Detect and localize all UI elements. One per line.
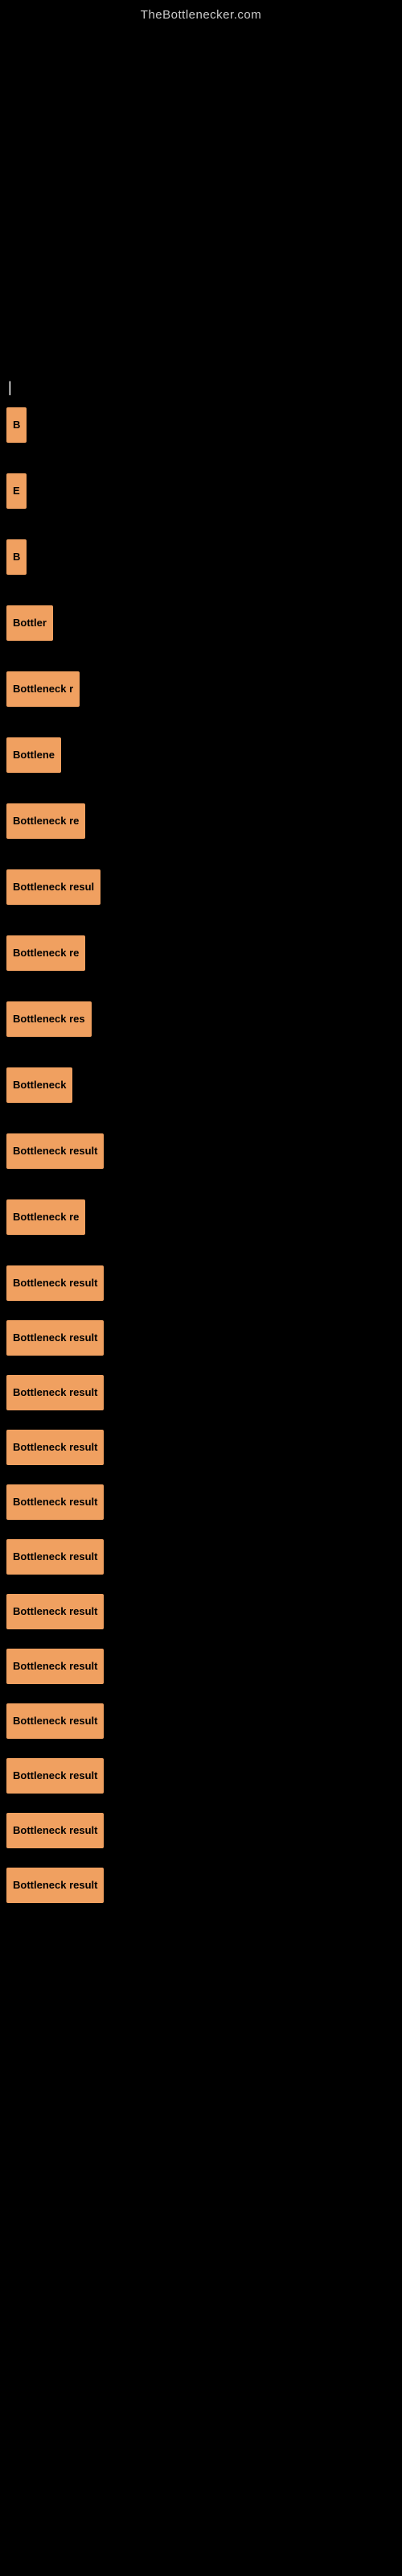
bottleneck-badge[interactable]: Bottleneck r [6, 671, 80, 707]
list-item: Bottleneck result [0, 1699, 402, 1744]
bottleneck-badge[interactable]: Bottleneck result [6, 1539, 104, 1575]
bottleneck-badge[interactable]: Bottleneck result [6, 1594, 104, 1629]
list-item: Bottleneck [0, 1063, 402, 1119]
content-area: | B E B Bottler Bottleneck r Bottlene Bo… [0, 365, 402, 1908]
bottleneck-badge[interactable]: Bottleneck result [6, 1649, 104, 1684]
bottleneck-badge[interactable]: Bottleneck result [6, 1758, 104, 1794]
bottleneck-badge[interactable]: Bottleneck result [6, 1813, 104, 1848]
list-item: Bottleneck re [0, 931, 402, 987]
site-title: TheBottlenecker.com [0, 0, 402, 27]
list-item: Bottleneck result [0, 1370, 402, 1415]
list-item: B [0, 535, 402, 591]
list-item: Bottleneck result [0, 1261, 402, 1306]
list-item: Bottleneck result [0, 1425, 402, 1470]
bottleneck-badge[interactable]: Bottleneck result [6, 1868, 104, 1903]
list-item: Bottleneck result [0, 1644, 402, 1689]
bottleneck-badge[interactable]: Bottleneck result [6, 1703, 104, 1739]
top-area [0, 27, 402, 365]
bottleneck-badge[interactable]: Bottleneck re [6, 935, 85, 971]
list-item: Bottler [0, 601, 402, 657]
bottleneck-badge[interactable]: B [6, 539, 27, 575]
list-item: Bottleneck result [0, 1534, 402, 1579]
list-item: Bottleneck re [0, 799, 402, 855]
list-item: Bottleneck result [0, 1808, 402, 1853]
bottleneck-badge[interactable]: Bottleneck result [6, 1484, 104, 1520]
bottleneck-badge[interactable]: Bottler [6, 605, 53, 641]
list-item: Bottleneck result [0, 1315, 402, 1360]
bottleneck-badge[interactable]: Bottleneck result [6, 1375, 104, 1410]
bottleneck-badge[interactable]: Bottleneck result [6, 1430, 104, 1465]
list-item: Bottleneck result [0, 1753, 402, 1798]
bottleneck-badge[interactable]: Bottleneck result [6, 1265, 104, 1301]
bottleneck-badge[interactable]: Bottleneck re [6, 1199, 85, 1235]
list-item: Bottleneck result [0, 1129, 402, 1185]
bottleneck-badge[interactable]: B [6, 407, 27, 443]
list-item: Bottleneck result [0, 1480, 402, 1525]
bottleneck-badge[interactable]: Bottleneck res [6, 1001, 92, 1037]
list-item: Bottlene [0, 733, 402, 789]
list-item: B [0, 402, 402, 459]
bottleneck-badge[interactable]: Bottleneck resul [6, 869, 100, 905]
list-item: Bottleneck r [0, 667, 402, 723]
section-label: | [0, 373, 402, 402]
list-item: Bottleneck result [0, 1589, 402, 1634]
list-item: Bottleneck resul [0, 865, 402, 921]
bottleneck-badge[interactable]: Bottleneck result [6, 1320, 104, 1356]
bottleneck-badge[interactable]: E [6, 473, 27, 509]
list-item: E [0, 469, 402, 525]
bottleneck-badge[interactable]: Bottlene [6, 737, 61, 773]
list-item: Bottleneck re [0, 1195, 402, 1251]
site-title-bar: TheBottlenecker.com [0, 0, 402, 27]
list-item: Bottleneck result [0, 1863, 402, 1908]
bottleneck-badge[interactable]: Bottleneck [6, 1067, 72, 1103]
list-item: Bottleneck res [0, 997, 402, 1053]
bottleneck-badge[interactable]: Bottleneck result [6, 1133, 104, 1169]
bottleneck-badge[interactable]: Bottleneck re [6, 803, 85, 839]
